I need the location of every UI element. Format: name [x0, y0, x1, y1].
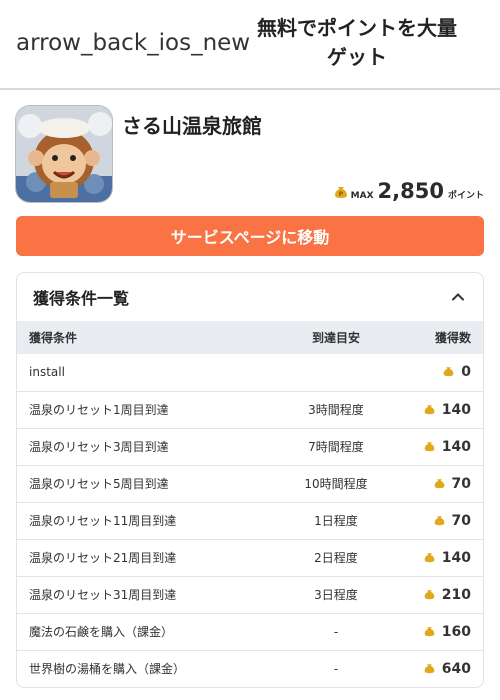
points-cell: 210: [402, 576, 483, 613]
coin-bag-icon: [424, 404, 435, 414]
conditions-header[interactable]: 獲得条件一覧: [17, 273, 483, 321]
table-row: 温泉のリセット3周目到達 7時間程度 140: [17, 428, 483, 465]
condition-cell: 温泉のリセット1周目到達: [29, 403, 169, 417]
condition-cell: 温泉のリセット31周目到達: [29, 588, 177, 602]
table-row: 世界樹の湯桶を購入（課金） - 640: [17, 650, 483, 687]
points-value: 640: [441, 660, 471, 677]
points-cell: 140: [402, 539, 483, 576]
max-label: MAX: [350, 191, 374, 201]
estimate-cell: 7時間程度: [308, 440, 364, 454]
estimate-cell: 2日程度: [314, 551, 358, 565]
condition-cell: install: [29, 365, 65, 380]
coin-bag-icon: [443, 367, 454, 377]
estimate-cell: 1日程度: [314, 514, 358, 528]
top-bar: arrow_back_ios_new 無料でポイントを大量ゲット: [0, 0, 500, 90]
service-page-button[interactable]: サービスページに移動: [16, 216, 484, 256]
coin-bag-icon: [434, 515, 444, 525]
points-cell: 70: [402, 502, 483, 539]
main-content: さる山温泉旅館 P MAX 2,850 ポイント サービスページに移動 獲得条件…: [0, 90, 500, 688]
points-value: 210: [441, 586, 471, 603]
points-unit: ポイント: [447, 191, 484, 201]
points-value: 140: [441, 401, 471, 418]
condition-cell: 温泉のリセット21周目到達: [29, 551, 177, 565]
monkey-onsen-icon: [16, 106, 112, 202]
condition-cell: 温泉のリセット11周目到達: [29, 514, 177, 528]
points-value: 140: [441, 549, 471, 566]
estimate-cell: [270, 354, 402, 391]
points-cell: 70: [402, 465, 483, 502]
points-value: 70: [451, 475, 471, 492]
points-cell: 160: [402, 613, 483, 650]
table-row: 温泉のリセット1周目到達 3時間程度 140: [17, 391, 483, 428]
points-value: 0: [461, 364, 471, 381]
conditions-panel: 獲得条件一覧 獲得条件 到達目安 獲得数 install 0 温泉のリセット1周目到…: [16, 272, 484, 688]
estimate-cell: 10時間程度: [304, 477, 368, 491]
table-row: 魔法の石鹸を購入（課金） - 160: [17, 613, 483, 650]
max-points: P MAX 2,850 ポイント: [333, 179, 484, 203]
coin-bag-icon: [424, 552, 435, 562]
app-icon: [16, 106, 112, 202]
table-header-row: 獲得条件 到達目安 獲得数: [17, 321, 483, 354]
condition-cell: 魔法の石鹸を購入（課金）: [29, 625, 174, 639]
conditions-title: 獲得条件一覧: [33, 289, 130, 308]
estimate-cell: -: [333, 624, 339, 639]
app-name: さる山温泉旅館: [122, 114, 262, 138]
points-value: 70: [451, 512, 471, 529]
table-row: 温泉のリセット21周目到達 2日程度 140: [17, 539, 483, 576]
estimate-cell: -: [333, 661, 339, 676]
estimate-cell: 3時間程度: [308, 403, 364, 417]
estimate-cell: 3日程度: [314, 588, 358, 602]
condition-cell: 世界樹の湯桶を購入（課金）: [29, 662, 186, 677]
table-row: install 0: [17, 354, 483, 391]
points-value: 140: [441, 438, 471, 455]
coin-bag-icon: [424, 664, 435, 673]
column-header-estimate: 到達目安: [311, 331, 360, 345]
points-cell: 140: [402, 428, 483, 465]
chevron-up-icon[interactable]: [449, 288, 467, 306]
page-title: 無料でポイントを大量ゲット: [257, 16, 457, 69]
points-cell: 140: [402, 391, 483, 428]
conditions-table: 獲得条件 到達目安 獲得数 install 0 温泉のリセット1周目到達 3時間程度 1…: [17, 321, 483, 687]
coin-bag-icon: [424, 589, 435, 599]
column-header-points: 獲得数: [434, 331, 471, 345]
condition-cell: 温泉のリセット3周目到達: [29, 440, 169, 454]
table-row: 温泉のリセット5周目到達 10時間程度 70: [17, 465, 483, 502]
table-row: 温泉のリセット31周目到達 3日程度 210: [17, 576, 483, 613]
points-value: 160: [441, 623, 471, 640]
points-value: 2,850: [377, 179, 444, 203]
coin-bag-icon: [424, 441, 435, 451]
svg-text:P: P: [338, 191, 343, 198]
coin-bag-icon: [424, 626, 435, 636]
table-row: 温泉のリセット11周目到達 1日程度 70: [17, 502, 483, 539]
back-button[interactable]: arrow_back_ios_new: [16, 30, 250, 56]
column-header-condition: 獲得条件: [29, 331, 78, 345]
app-info: さる山温泉旅館 P MAX 2,850 ポイント: [16, 106, 484, 210]
coin-bag-icon: P: [334, 187, 347, 198]
points-cell: 640: [402, 650, 483, 687]
condition-cell: 温泉のリセット5周目到達: [29, 477, 169, 491]
coin-bag-icon: [434, 478, 444, 488]
points-cell: 0: [402, 354, 483, 391]
